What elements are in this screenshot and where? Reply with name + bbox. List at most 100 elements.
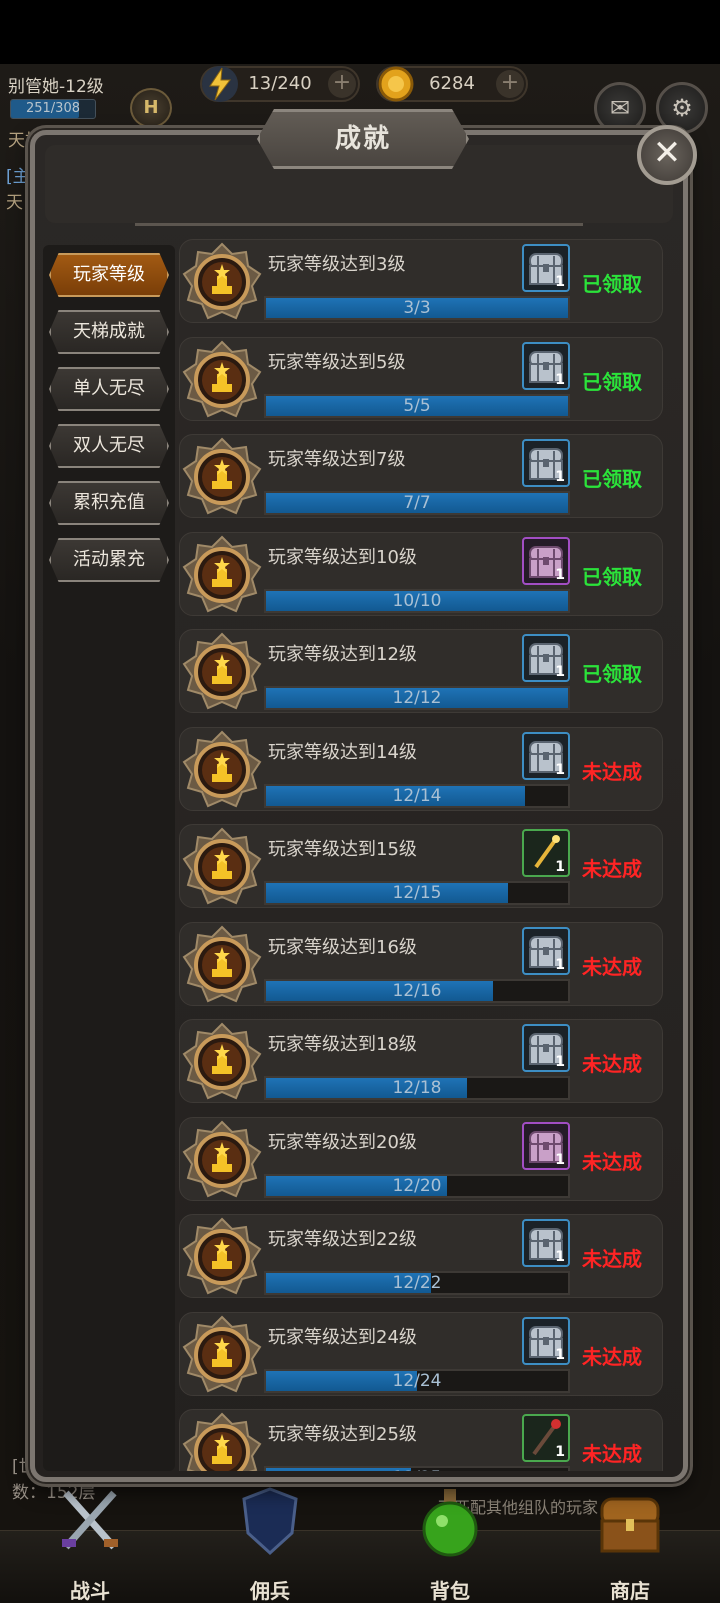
achievement-row: 玩家等级达到7级 7/7 1 已领取	[179, 434, 663, 518]
claimed-status: 已领取	[582, 467, 642, 491]
status-bar	[0, 0, 720, 64]
dialog-title: 成就	[334, 124, 391, 154]
side-text-main: [主	[6, 167, 30, 187]
progress-bar: 12/12	[264, 686, 570, 710]
silver-chest-icon[interactable]: 1	[522, 244, 570, 292]
tab-0[interactable]: 玩家等级	[49, 253, 169, 297]
silver-chest-icon[interactable]: 1	[522, 1219, 570, 1267]
achievement-list[interactable]: 玩家等级达到3级 3/3 1 已领取 玩家等级达到5级 5/5 1 已领取 玩家等级达到7级 7/…	[179, 239, 663, 1471]
energy-plus-button[interactable]: +	[328, 70, 356, 98]
progress-bar: 12/22	[264, 1271, 570, 1295]
achievement-title: 玩家等级达到3级	[268, 254, 406, 275]
not-achieved-status: 未达成	[582, 857, 642, 881]
not-achieved-status: 未达成	[582, 1344, 642, 1369]
progress-text: 12/24	[392, 1370, 442, 1391]
crossed-swords-icon	[58, 1485, 122, 1557]
tab-3[interactable]: 双人无尽	[49, 424, 169, 468]
mail-icon[interactable]: ✉	[594, 82, 646, 134]
progress-bar: 12/18	[264, 1076, 570, 1100]
reward-quantity: 1	[555, 1054, 565, 1070]
achievement-medal-icon	[182, 1315, 262, 1395]
claimed-status: 已领取	[582, 272, 642, 296]
achievement-row: 玩家等级达到20级 12/20 1 未达成	[179, 1116, 663, 1201]
silver-chest-icon[interactable]: 1	[522, 1024, 570, 1072]
gold-plus-button[interactable]: +	[496, 70, 524, 98]
silver-chest-icon[interactable]: 1	[522, 634, 570, 682]
reward-quantity: 1	[555, 1151, 565, 1168]
achievement-medal-icon	[182, 437, 262, 517]
achievement-title: 玩家等级达到18级	[268, 1034, 417, 1055]
progress-text: 12/20	[392, 1175, 442, 1196]
progress-bar: 12/20	[264, 1173, 570, 1198]
silver-chest-icon[interactable]: 1	[522, 341, 570, 390]
nav-battle-label: 战斗	[70, 1579, 110, 1603]
achievement-medal-icon	[182, 925, 262, 1005]
tab-2[interactable]: 单人无尽	[49, 367, 169, 411]
purple-chest-icon[interactable]: 1	[522, 536, 570, 585]
not-achieved-status: 未达成	[582, 1442, 642, 1466]
tab-1[interactable]: 天梯成就	[49, 310, 169, 354]
gold-counter: 6284 +	[376, 66, 528, 102]
achievement-medal-icon	[182, 242, 262, 322]
purple-chest-icon[interactable]: 1	[522, 1121, 570, 1170]
xp-bar: 251/308	[10, 99, 96, 119]
achievement-medal-icon	[182, 1412, 262, 1471]
tab-5[interactable]: 活动累充	[49, 538, 169, 582]
silver-chest-icon[interactable]: 1	[522, 731, 570, 780]
achievement-row: 玩家等级达到22级 12/22 1 未达成	[179, 1214, 663, 1298]
progress-text: 12/15	[392, 883, 442, 903]
nav-backpack-label: 背包	[430, 1579, 470, 1603]
progress-bar: 12/14	[264, 783, 570, 808]
golden-wand-icon[interactable]: 1	[522, 829, 570, 877]
energy-value: 13/240	[248, 73, 312, 94]
progress-bar: 3/3	[264, 296, 570, 320]
nav-battle[interactable]: 战斗	[30, 1485, 150, 1603]
red-staff-icon[interactable]: 1	[522, 1414, 570, 1462]
reward-quantity: 1	[555, 956, 565, 973]
gold-value: 6284	[429, 73, 475, 94]
nav-shop[interactable]: 商店	[570, 1485, 690, 1603]
not-achieved-status: 未达成	[582, 759, 642, 784]
achievement-title: 玩家等级达到7级	[268, 449, 406, 470]
achievement-title: 玩家等级达到10级	[268, 546, 417, 568]
reward-quantity: 1	[555, 1444, 565, 1460]
achievement-row: 玩家等级达到5级 5/5 1 已领取	[179, 336, 663, 421]
progress-bar: 7/7	[264, 491, 570, 515]
silver-chest-icon[interactable]: 1	[522, 926, 570, 975]
reward-quantity: 1	[555, 566, 565, 583]
category-sidebar: 玩家等级天梯成就单人无尽双人无尽累积充值活动累充	[43, 245, 175, 1471]
silver-chest-icon[interactable]: 1	[522, 439, 570, 487]
reward-quantity: 1	[555, 859, 565, 875]
tab-4[interactable]: 累积充值	[49, 481, 169, 525]
energy-counter: 13/240 +	[200, 66, 360, 102]
treasure-chest-icon	[598, 1485, 662, 1557]
lightning-icon	[200, 64, 240, 104]
rank-badge-icon[interactable]: H	[130, 88, 172, 128]
achievement-title: 玩家等级达到20级	[268, 1131, 417, 1153]
achievement-medal-icon	[182, 1217, 262, 1297]
nav-backpack[interactable]: 背包	[390, 1485, 510, 1603]
reward-quantity: 1	[555, 664, 565, 680]
progress-bar: 10/10	[264, 588, 570, 613]
achievement-row: 玩家等级达到16级 12/16 1 未达成	[179, 921, 663, 1006]
achievement-row: 玩家等级达到25级 12/25 1 未达成	[179, 1409, 663, 1471]
progress-text: 12/18	[392, 1078, 442, 1098]
dialog-title-plaque: 成就	[257, 109, 469, 169]
close-button[interactable]: ✕	[637, 125, 697, 185]
achievement-row: 玩家等级达到15级 12/15 1 未达成	[179, 824, 663, 908]
progress-bar: 12/24	[264, 1368, 570, 1393]
progress-text: 12/22	[392, 1273, 442, 1293]
progress-text: 12/25	[266, 1468, 568, 1471]
xp-text: 251/308	[25, 101, 80, 116]
nav-mercenary[interactable]: 佣兵	[210, 1485, 330, 1603]
shield-icon	[238, 1485, 302, 1557]
not-achieved-status: 未达成	[582, 954, 642, 979]
progress-text: 12/16	[392, 980, 442, 1001]
achievement-title: 玩家等级达到12级	[268, 644, 417, 665]
reward-quantity: 1	[555, 1249, 565, 1265]
claimed-status: 已领取	[582, 662, 642, 686]
bottom-navigation: 战斗 佣兵 背包 商店	[0, 1487, 720, 1603]
achievement-title: 玩家等级达到14级	[268, 741, 417, 763]
silver-chest-icon[interactable]: 1	[522, 1316, 570, 1365]
achievement-row: 玩家等级达到14级 12/14 1 未达成	[179, 726, 663, 811]
